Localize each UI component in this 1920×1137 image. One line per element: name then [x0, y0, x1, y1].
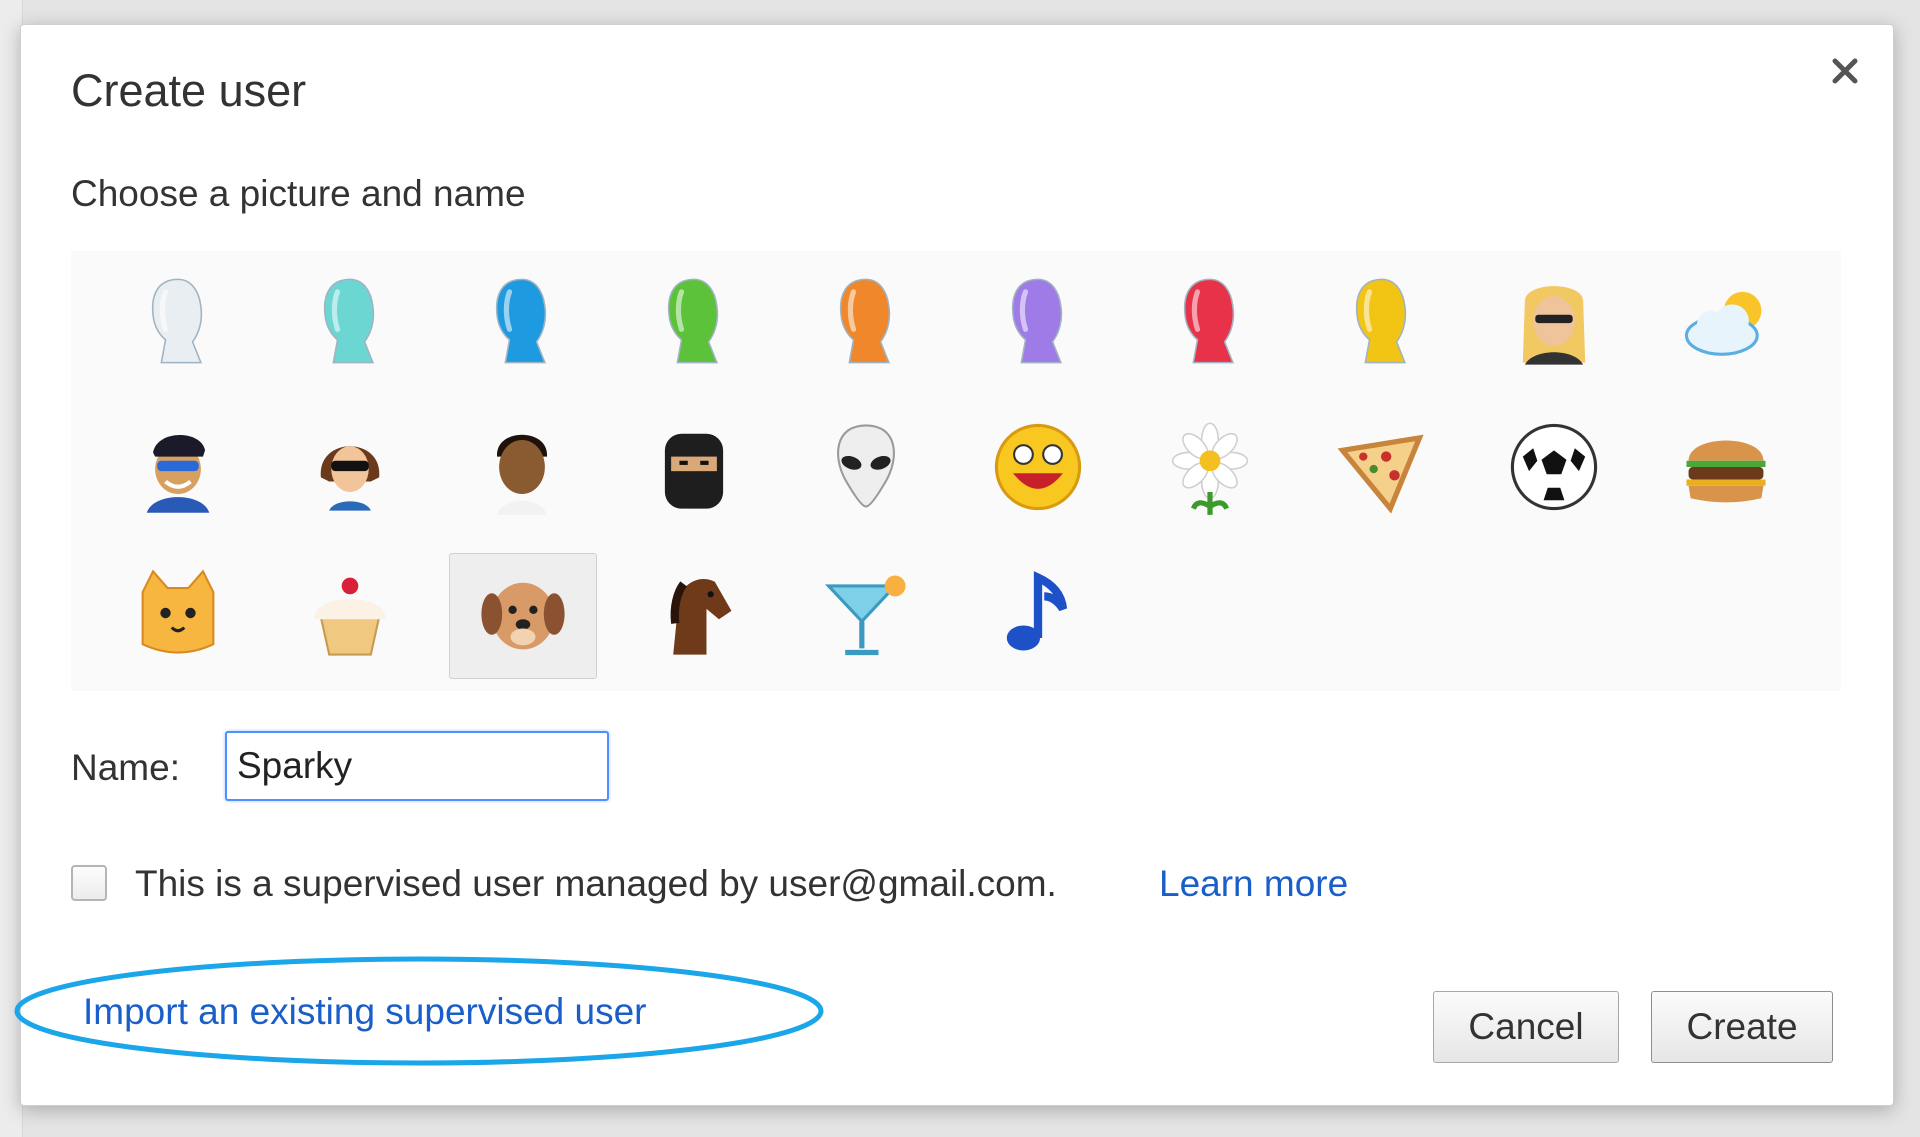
avatar-cocktail[interactable] — [793, 553, 939, 677]
learn-more-link[interactable]: Learn more — [1159, 863, 1348, 905]
pizza-icon — [1330, 415, 1434, 524]
cancel-button[interactable]: Cancel — [1433, 991, 1619, 1063]
create-user-dialog: Create user Choose a picture and name Na… — [14, 24, 1894, 1106]
sunglasses-woman-icon — [298, 415, 402, 524]
avatar-dog[interactable] — [449, 553, 597, 679]
avatar-ninja[interactable] — [621, 407, 767, 531]
cloud-sun-icon — [1674, 269, 1778, 378]
red-head-icon — [1158, 269, 1262, 378]
alien-icon — [814, 415, 918, 524]
close-icon[interactable] — [1825, 51, 1865, 91]
avatar-cat[interactable] — [105, 553, 251, 677]
avatar-soccer-ball[interactable] — [1481, 407, 1627, 531]
purple-head-icon — [986, 269, 1090, 378]
avatar-grid — [71, 251, 1841, 691]
daisy-icon — [1158, 415, 1262, 524]
businesswoman-icon — [1502, 269, 1606, 378]
cocktail-icon — [814, 561, 918, 670]
avatar-music-note[interactable] — [965, 553, 1111, 677]
burger-icon — [1674, 415, 1778, 524]
dog-icon — [471, 562, 575, 671]
create-button[interactable]: Create — [1651, 991, 1833, 1063]
avatar-superhero[interactable] — [105, 407, 251, 531]
white-head-icon — [126, 269, 230, 378]
avatar-cloud[interactable] — [1653, 261, 1799, 385]
soccer-ball-icon — [1502, 415, 1606, 524]
avatar-sunglasses-woman[interactable] — [277, 407, 423, 531]
ninja-icon — [642, 415, 746, 524]
avatar-smiley[interactable] — [965, 407, 1111, 531]
yellow-head-icon — [1330, 269, 1434, 378]
teal-head-icon — [298, 269, 402, 378]
cupcake-icon — [298, 561, 402, 670]
avatar-burger[interactable] — [1653, 407, 1799, 531]
smiley-icon — [986, 415, 1090, 524]
superhero-icon — [126, 415, 230, 524]
dialog-subtitle: Choose a picture and name — [71, 173, 526, 214]
name-input[interactable] — [225, 731, 609, 801]
blue-head-icon — [470, 269, 574, 378]
avatar-horse[interactable] — [621, 553, 767, 677]
avatar-businesswoman[interactable] — [1481, 261, 1627, 385]
avatar-flower[interactable] — [1137, 407, 1283, 531]
background-glyph — [0, 150, 16, 180]
green-head-icon — [642, 269, 746, 378]
orange-head-icon — [814, 269, 918, 378]
horse-icon — [642, 561, 746, 670]
avatar-white-silhouette[interactable] — [105, 261, 251, 385]
avatar-green-silhouette[interactable] — [621, 261, 767, 385]
dialog-title: Create user — [71, 65, 307, 116]
man-icon — [470, 415, 574, 524]
avatar-pizza[interactable] — [1309, 407, 1455, 531]
supervised-label: This is a supervised user managed by use… — [135, 863, 1057, 904]
music-note-icon — [986, 561, 1090, 670]
avatar-alien[interactable] — [793, 407, 939, 531]
avatar-yellow-silhouette[interactable] — [1309, 261, 1455, 385]
cat-icon — [126, 561, 230, 670]
avatar-teal-silhouette[interactable] — [277, 261, 423, 385]
avatar-cupcake[interactable] — [277, 553, 423, 677]
avatar-purple-silhouette[interactable] — [965, 261, 1111, 385]
avatar-man[interactable] — [449, 407, 595, 531]
supervised-checkbox[interactable] — [71, 865, 107, 901]
import-supervised-user-link[interactable]: Import an existing supervised user — [83, 991, 647, 1033]
avatar-orange-silhouette[interactable] — [793, 261, 939, 385]
name-label: Name: — [71, 747, 180, 788]
avatar-blue-silhouette[interactable] — [449, 261, 595, 385]
avatar-red-silhouette[interactable] — [1137, 261, 1283, 385]
